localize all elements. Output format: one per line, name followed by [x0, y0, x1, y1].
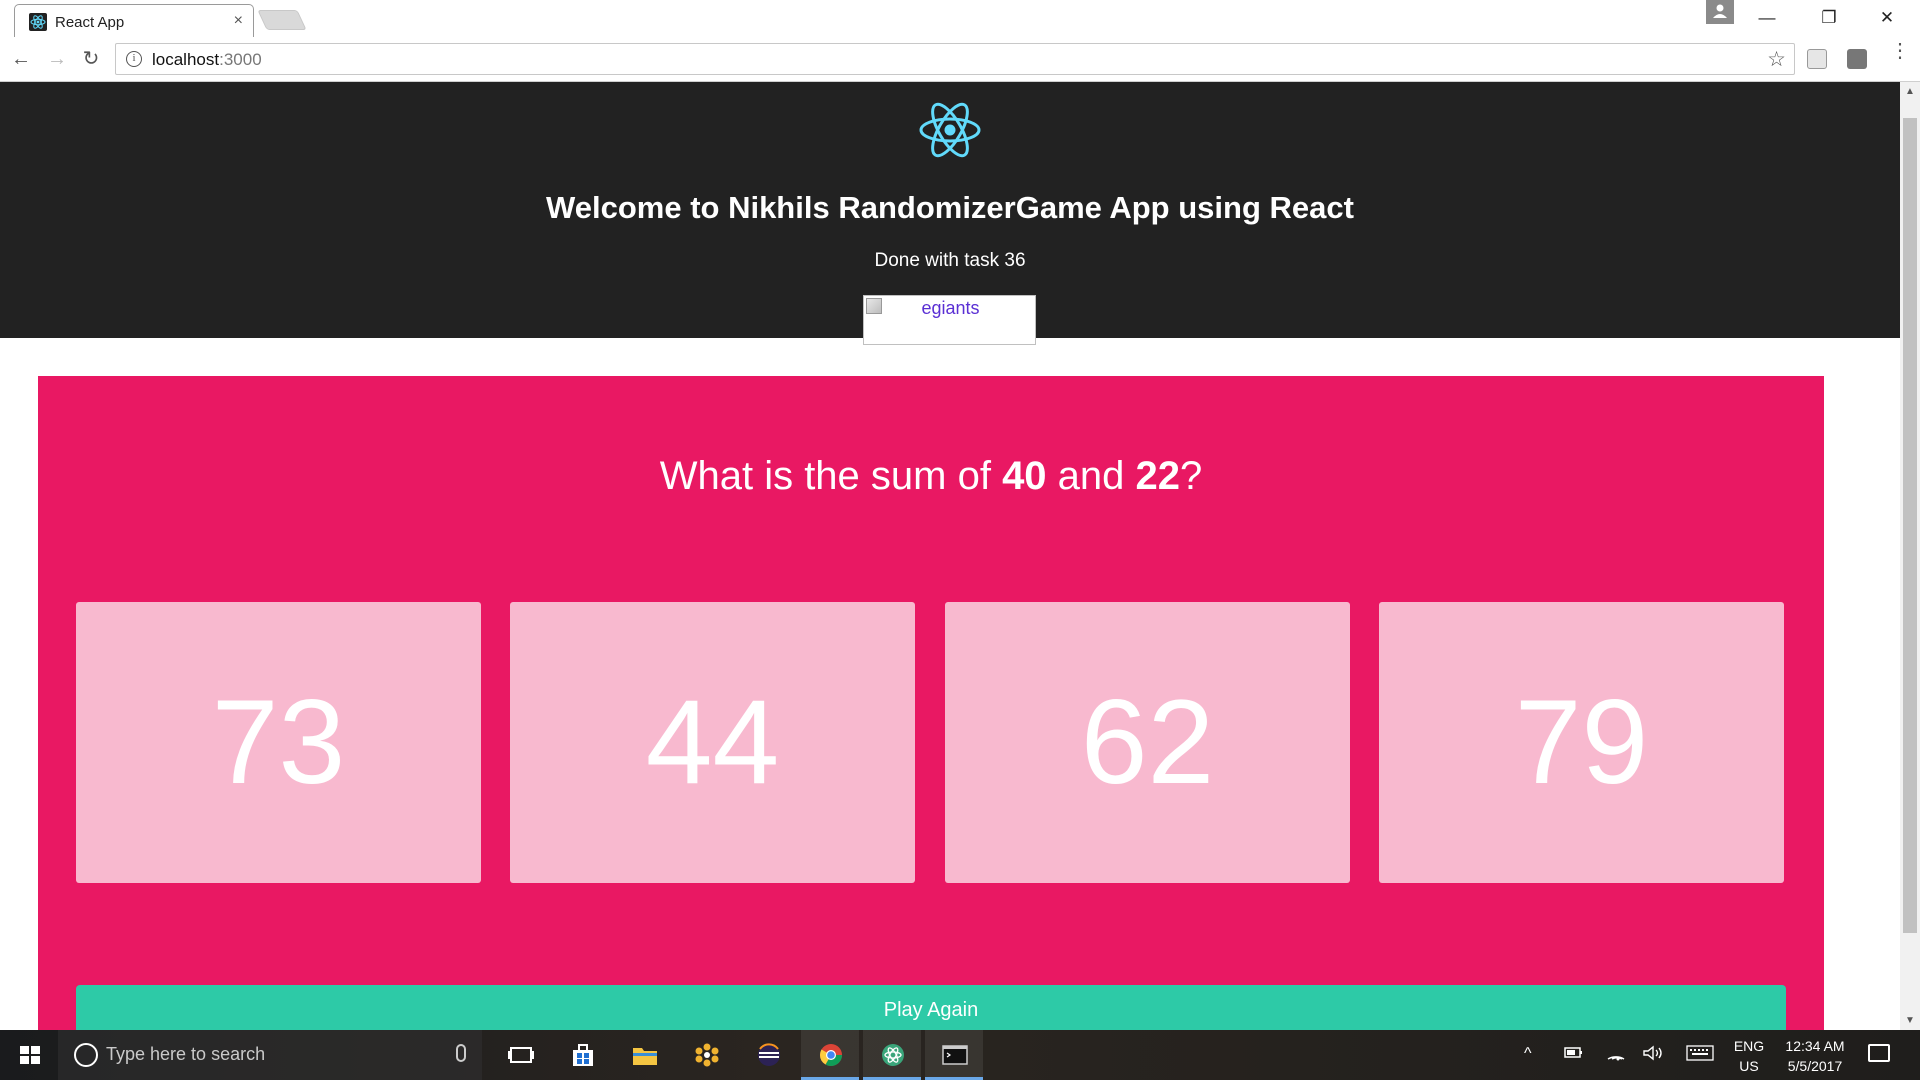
game-panel: What is the sum of 40 and 22? 73 44 62 7…	[38, 376, 1824, 1030]
app-subtitle: Done with task 36	[874, 250, 1026, 271]
browser-tabstrip: React App × — ❐ ✕	[0, 0, 1920, 37]
task-view-icon[interactable]	[491, 1030, 549, 1080]
atom-editor-icon[interactable]	[863, 1030, 921, 1080]
play-again-button[interactable]: Play Again	[76, 985, 1786, 1030]
input-language[interactable]: ENG US	[1733, 1036, 1765, 1076]
language-code: ENG	[1733, 1038, 1765, 1054]
paint-app-icon[interactable]	[677, 1030, 735, 1080]
search-placeholder: Type here to search	[106, 1044, 266, 1064]
eclipse-icon[interactable]	[739, 1030, 797, 1080]
tab-title: React App	[55, 14, 125, 31]
page-scrollbar[interactable]: ▲ ▼	[1900, 82, 1920, 1030]
clock[interactable]: 12:34 AM 5/5/2017	[1778, 1036, 1852, 1076]
minimize-button[interactable]: —	[1744, 4, 1790, 32]
volume-icon[interactable]	[1642, 1045, 1664, 1066]
react-favicon-icon	[29, 13, 47, 31]
scroll-thumb[interactable]	[1903, 118, 1917, 933]
app-title: Welcome to Nikhils RandomizerGame App us…	[546, 190, 1354, 225]
question-number-1: 40	[1002, 454, 1047, 498]
question-prefix: What is the sum of	[659, 454, 1003, 498]
image-alt-text: egiants	[921, 298, 980, 318]
back-icon[interactable]: ←	[8, 46, 34, 72]
reload-icon[interactable]: ↻	[78, 46, 104, 72]
url-text: localhost:3000	[152, 50, 262, 70]
question-mid: and	[1046, 454, 1136, 498]
scroll-up-icon[interactable]: ▲	[1905, 86, 1915, 97]
start-button[interactable]	[0, 1030, 58, 1080]
clock-date: 5/5/2017	[1787, 1058, 1843, 1074]
windows-logo-icon	[20, 1046, 40, 1064]
forward-icon[interactable]: →	[44, 46, 70, 72]
extension-g-icon[interactable]	[1807, 49, 1827, 69]
clock-time: 12:34 AM	[1785, 1038, 1845, 1054]
restore-button[interactable]: ❐	[1806, 4, 1852, 32]
terminal-icon[interactable]	[925, 1030, 983, 1080]
info-icon[interactable]: i	[126, 51, 142, 67]
answer-option[interactable]: 44	[510, 602, 915, 883]
url-host: localhost	[152, 50, 220, 69]
browser-toolbar: ← → ↻ i localhost:3000 ☆ ⋮	[0, 37, 1920, 82]
question-text: What is the sum of 40 and 22?	[38, 454, 1824, 499]
wifi-icon[interactable]	[1606, 1045, 1626, 1066]
question-number-2: 22	[1135, 454, 1181, 498]
browser-menu-icon[interactable]: ⋮	[1890, 41, 1910, 61]
new-tab-button[interactable]	[257, 10, 307, 30]
tab-close-icon[interactable]: ×	[234, 12, 243, 30]
show-hidden-icons-icon[interactable]: ^	[1524, 1045, 1532, 1063]
profile-icon[interactable]	[1706, 0, 1734, 24]
file-explorer-icon[interactable]	[615, 1030, 673, 1080]
broken-image: egiants	[863, 295, 1036, 345]
bookmark-star-icon[interactable]: ☆	[1767, 47, 1786, 72]
extension-shield-icon[interactable]	[1847, 49, 1867, 69]
battery-icon[interactable]	[1564, 1045, 1584, 1064]
keyboard-icon[interactable]	[1686, 1045, 1714, 1066]
action-center-icon[interactable]	[1868, 1044, 1890, 1062]
scroll-down-icon[interactable]: ▼	[1905, 1015, 1915, 1026]
react-logo-icon	[919, 102, 981, 158]
close-window-button[interactable]: ✕	[1864, 4, 1910, 32]
region-code: US	[1739, 1058, 1759, 1074]
answer-option[interactable]: 62	[945, 602, 1350, 883]
microphone-icon[interactable]	[456, 1044, 466, 1062]
address-bar[interactable]: i localhost:3000 ☆	[115, 43, 1795, 75]
taskbar-search[interactable]: Type here to search	[58, 1030, 482, 1080]
chrome-icon[interactable]	[801, 1030, 859, 1080]
browser-tab[interactable]: React App ×	[14, 4, 254, 37]
url-port: :3000	[219, 50, 262, 69]
question-suffix: ?	[1180, 454, 1203, 498]
answer-option[interactable]: 73	[76, 602, 481, 883]
app-header: Welcome to Nikhils RandomizerGame App us…	[0, 82, 1900, 345]
answer-option[interactable]: 79	[1379, 602, 1784, 883]
windows-taskbar: Type here to search ^ ENG US 12:34 AM 5/…	[0, 1030, 1920, 1080]
store-icon[interactable]	[553, 1030, 611, 1080]
page-viewport: Welcome to Nikhils RandomizerGame App us…	[0, 82, 1900, 1030]
cortana-icon	[74, 1043, 98, 1067]
